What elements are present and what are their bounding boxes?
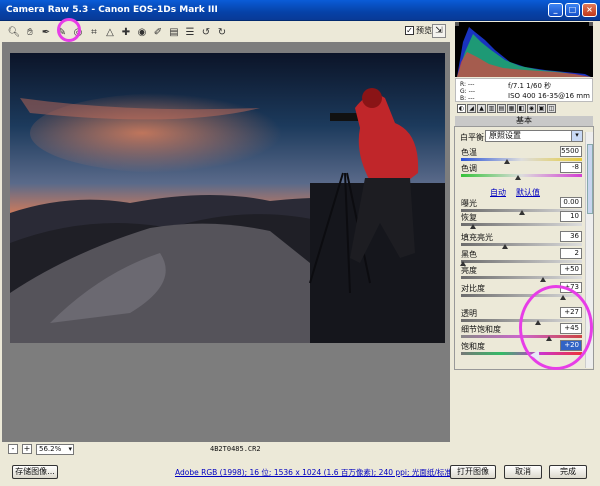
- window-title: Camera Raw 5.3 - Canon EOS-1Ds Mark III: [6, 5, 218, 15]
- save-image-button[interactable]: 存储图像...: [12, 465, 58, 479]
- white-balance-label: 白平衡:: [460, 133, 487, 142]
- white-balance-value: 原照设置: [489, 131, 521, 140]
- slider-label: 细节饱和度: [461, 325, 501, 334]
- slider-label: 透明: [461, 309, 477, 318]
- slider-label: 填充亮光: [461, 233, 493, 242]
- tab-split-toning-icon[interactable]: ▤: [497, 104, 506, 113]
- zoom-icon[interactable]: 🔍︎: [8, 26, 21, 38]
- open-image-button[interactable]: 打开图像: [450, 465, 496, 479]
- slider-value-input[interactable]: -8: [560, 162, 582, 173]
- g-readout: G: ---: [460, 88, 476, 95]
- annotation-ellipse: [519, 285, 593, 370]
- zoom-in-button[interactable]: +: [22, 444, 32, 454]
- done-button[interactable]: 完成: [549, 465, 587, 479]
- r-readout: R: ---: [460, 81, 475, 88]
- zoom-select[interactable]: 56.2%: [36, 443, 74, 455]
- slider-label: 黑色: [461, 250, 477, 259]
- tab-tone-curve-icon[interactable]: ◢: [467, 104, 476, 113]
- tab-effects-icon[interactable]: ◧: [517, 104, 526, 113]
- white-balance-select[interactable]: 原照设置 ▾: [485, 130, 583, 142]
- spot-removal-icon[interactable]: ✚: [120, 26, 132, 38]
- preview-check[interactable]: ✓: [405, 26, 414, 35]
- zoom-out-button[interactable]: -: [8, 444, 18, 454]
- slider-thumb[interactable]: [518, 210, 525, 215]
- exif-iso-lens: ISO 400 16-35@16 mm: [508, 92, 590, 100]
- slider-track[interactable]: [461, 174, 582, 177]
- slider-thumb[interactable]: [503, 159, 510, 164]
- adjustment-brush-icon[interactable]: ✐: [152, 26, 164, 38]
- slider-track[interactable]: [461, 243, 582, 246]
- slider-thumb[interactable]: [540, 277, 547, 282]
- graduated-filter-icon[interactable]: ▤: [168, 26, 180, 38]
- red-eye-icon[interactable]: ◉: [136, 26, 148, 38]
- workflow-options-link[interactable]: Adobe RGB (1998); 16 位; 1536 x 1024 (1.6…: [175, 467, 452, 478]
- slider-track[interactable]: [461, 276, 582, 279]
- slider-label: 亮度: [461, 266, 477, 275]
- slider-label: 曝光: [461, 199, 477, 208]
- annotation-circle: [57, 18, 81, 42]
- close-button[interactable]: ×: [582, 3, 597, 17]
- slider-thumb[interactable]: [501, 244, 508, 249]
- tab-camera-calibration-icon[interactable]: ◉: [527, 104, 536, 113]
- slider-track[interactable]: [461, 260, 582, 263]
- slider-thumb[interactable]: [470, 224, 477, 229]
- rotate-left-icon[interactable]: ↺: [200, 26, 212, 38]
- preview-label: 预览: [416, 26, 432, 35]
- slider-value-input[interactable]: 5500: [560, 146, 582, 157]
- hand-icon[interactable]: ✋︎: [24, 26, 36, 38]
- exif-exposure: f/7.1 1/60 秒: [508, 82, 552, 90]
- slider-label: 色调: [461, 164, 477, 173]
- slider-label: 饱和度: [461, 342, 485, 351]
- b-readout: B: ---: [460, 95, 475, 102]
- tab-lens-icon[interactable]: ▦: [507, 104, 516, 113]
- preview-photo: [10, 53, 445, 343]
- tab-presets-icon[interactable]: ▣: [537, 104, 546, 113]
- slider-value-input[interactable]: 36: [560, 231, 582, 242]
- slider-label: 恢复: [461, 213, 477, 222]
- tab-snapshots-icon[interactable]: ◫: [547, 104, 556, 113]
- scrollbar-thumb[interactable]: [587, 144, 593, 214]
- slider-label: 对比度: [461, 284, 485, 293]
- cancel-button[interactable]: 取消: [504, 465, 542, 479]
- maximize-button[interactable]: □: [565, 3, 580, 17]
- slider-track[interactable]: [461, 223, 582, 226]
- white-balance-icon[interactable]: ✒: [40, 26, 52, 38]
- tab-detail-icon[interactable]: ▲: [477, 104, 486, 113]
- slider-value-input[interactable]: +50: [560, 264, 582, 275]
- title-bar: Camera Raw 5.3 - Canon EOS-1Ds Mark III …: [0, 0, 600, 21]
- chevron-down-icon[interactable]: ▾: [571, 131, 582, 141]
- rotate-right-icon[interactable]: ↻: [216, 26, 228, 38]
- default-link[interactable]: 默认值: [516, 187, 540, 198]
- histogram: [455, 22, 593, 77]
- slider-value-input[interactable]: 2: [560, 248, 582, 259]
- slider-value-input[interactable]: 10: [560, 211, 582, 222]
- file-name: 4B2T0485.CR2: [210, 445, 261, 453]
- panel-tabs: ◐ ◢ ▲ ▥ ▤ ▦ ◧ ◉ ▣ ◫: [455, 104, 593, 116]
- straighten-icon[interactable]: △: [104, 26, 116, 38]
- tab-basic-icon[interactable]: ◐: [457, 104, 466, 113]
- slider-track[interactable]: [461, 158, 582, 161]
- minimize-button[interactable]: _: [548, 3, 563, 17]
- fullscreen-icon[interactable]: ⇲: [432, 24, 446, 38]
- slider-value-input[interactable]: 0.00: [560, 197, 582, 208]
- slider-thumb[interactable]: [514, 175, 521, 180]
- auto-link[interactable]: 自动: [490, 187, 506, 198]
- tab-hsl-icon[interactable]: ▥: [487, 104, 496, 113]
- section-title: 基本: [455, 116, 593, 126]
- preferences-icon[interactable]: ☰: [184, 26, 196, 38]
- camera-info: R: --- G: --- B: --- f/7.1 1/60 秒 ISO 40…: [455, 78, 593, 102]
- crop-icon[interactable]: ⌗: [88, 26, 100, 38]
- preview-checkbox[interactable]: ✓ 预览: [405, 25, 432, 36]
- slider-label: 色温: [461, 148, 477, 157]
